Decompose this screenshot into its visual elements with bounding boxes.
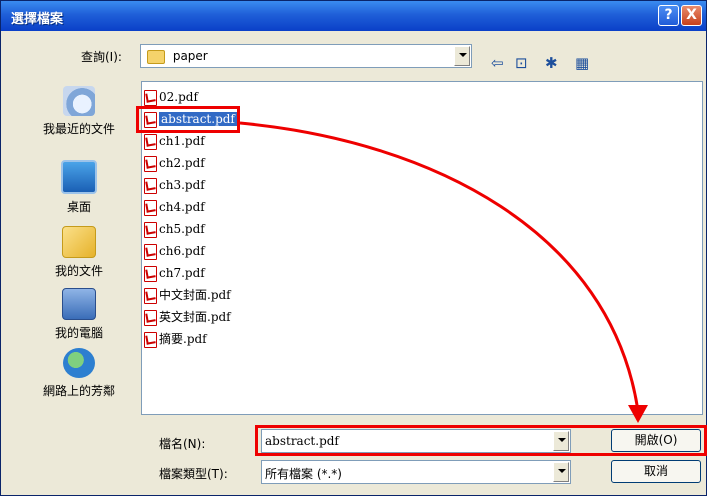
highlight-selected-file: [136, 106, 240, 133]
pdf-file-icon: [144, 156, 157, 172]
cancel-button[interactable]: 取消: [611, 460, 701, 483]
filetype-label: 檔案類型(T):: [159, 467, 228, 481]
place-label: 我的電腦: [54, 326, 103, 340]
look-in-folder-name: paper: [172, 49, 208, 63]
folder-icon: [147, 49, 165, 64]
desktop-icon: [61, 160, 97, 194]
pdf-file-icon: [144, 244, 157, 260]
up-folder-icon[interactable]: ⊡: [515, 54, 528, 72]
filetype-dropdown[interactable]: 所有檔案 (*.*): [261, 460, 571, 484]
close-button[interactable]: X: [681, 5, 702, 26]
pdf-file-icon: [144, 200, 157, 216]
chevron-down-icon[interactable]: [454, 46, 470, 66]
pdf-file-icon: [144, 332, 157, 348]
place-label: 我最近的文件: [42, 122, 115, 136]
new-folder-icon[interactable]: ✱: [545, 54, 558, 72]
look-in-dropdown[interactable]: paper: [140, 44, 472, 68]
chevron-down-icon[interactable]: [553, 462, 569, 482]
pdf-file-icon: [144, 310, 157, 326]
file-item[interactable]: 英文封面.pdf: [142, 308, 231, 327]
my-documents-icon: [62, 226, 96, 258]
help-button[interactable]: ?: [658, 5, 679, 26]
place-network[interactable]: 網路上的芳鄰: [29, 348, 129, 399]
window-title: 選擇檔案: [11, 12, 64, 27]
pdf-file-icon: [144, 178, 157, 194]
network-places-icon: [63, 348, 95, 378]
filetype-value: 所有檔案 (*.*): [265, 467, 342, 481]
file-item[interactable]: 02.pdf: [142, 88, 198, 107]
pdf-file-icon: [144, 90, 157, 106]
title-bar[interactable]: 選擇檔案 ? X: [1, 1, 706, 31]
back-icon[interactable]: ⇦: [491, 54, 504, 72]
file-item[interactable]: 摘要.pdf: [142, 330, 207, 349]
pdf-file-icon: [144, 222, 157, 238]
file-open-dialog: 選擇檔案 ? X 查詢(I): paper ⇦ ⊡ ✱ ▦ 我最近的文件 桌面 …: [0, 0, 707, 496]
my-computer-icon: [62, 288, 96, 320]
look-in-label: 查詢(I):: [81, 50, 122, 64]
place-my-computer[interactable]: 我的電腦: [29, 288, 129, 341]
file-item[interactable]: ch1.pdf: [142, 132, 205, 151]
file-item[interactable]: ch3.pdf: [142, 176, 205, 195]
place-label: 我的文件: [54, 264, 103, 278]
file-item[interactable]: ch4.pdf: [142, 198, 205, 217]
place-desktop[interactable]: 桌面: [29, 160, 129, 215]
filename-label: 檔名(N):: [159, 437, 206, 451]
place-label: 網路上的芳鄰: [42, 384, 115, 398]
file-item[interactable]: ch5.pdf: [142, 220, 205, 239]
place-my-documents[interactable]: 我的文件: [29, 226, 129, 279]
file-item[interactable]: ch7.pdf: [142, 264, 205, 283]
view-menu-icon[interactable]: ▦: [575, 54, 589, 72]
pdf-file-icon: [144, 288, 157, 304]
highlight-filename-row: [255, 425, 707, 456]
file-item[interactable]: 中文封面.pdf: [142, 286, 231, 305]
recent-documents-icon: [63, 86, 95, 116]
place-recent[interactable]: 我最近的文件: [29, 86, 129, 137]
file-item[interactable]: ch2.pdf: [142, 154, 205, 173]
file-item[interactable]: ch6.pdf: [142, 242, 205, 261]
pdf-file-icon: [144, 266, 157, 282]
place-label: 桌面: [66, 200, 91, 214]
pdf-file-icon: [144, 134, 157, 150]
